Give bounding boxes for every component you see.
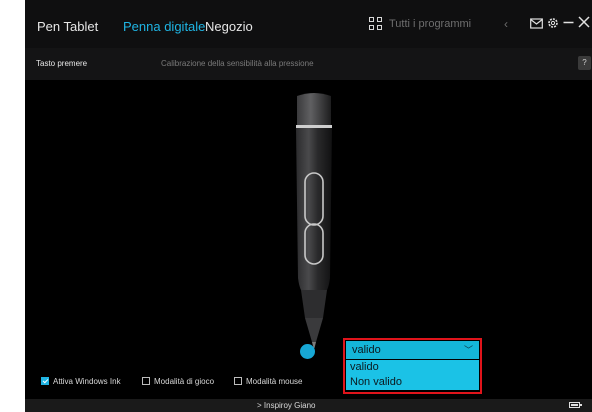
close-icon[interactable] xyxy=(578,13,590,33)
windows-ink-checkbox[interactable] xyxy=(41,377,49,385)
mouse-mode-label: Modalità mouse xyxy=(246,377,303,386)
chevron-down-icon: ﹀ xyxy=(463,345,473,355)
device-name: Inspiroy Giano xyxy=(263,401,316,410)
help-icon[interactable]: ? xyxy=(578,56,591,70)
tab-pen-tablet[interactable]: Pen Tablet xyxy=(37,19,98,34)
pen-illustration xyxy=(296,93,332,348)
top-navigation-bar: Pen Tablet Penna digitale Negozio Tutti … xyxy=(25,0,592,48)
pen-tip-indicator-icon xyxy=(300,344,315,359)
chevron-right-icon: > xyxy=(257,401,262,410)
tab-pressure-calibration[interactable]: Calibrazione della sensibilità alla pres… xyxy=(161,59,314,68)
grid-icon[interactable] xyxy=(369,17,383,31)
gear-icon[interactable] xyxy=(547,13,559,33)
dropdown-option-valid[interactable]: valido xyxy=(346,360,479,375)
game-mode-option[interactable]: Modalità di gioco xyxy=(142,377,214,386)
dropdown-option-invalid[interactable]: Non valido xyxy=(346,375,479,390)
app-window: Pen Tablet Penna digitale Negozio Tutti … xyxy=(25,0,592,412)
tab-store[interactable]: Negozio xyxy=(205,19,253,34)
game-mode-label: Modalità di gioco xyxy=(154,377,215,386)
mouse-mode-checkbox[interactable] xyxy=(234,377,242,385)
mouse-mode-option[interactable]: Modalità mouse xyxy=(234,377,302,386)
minimize-icon[interactable] xyxy=(563,13,574,33)
mail-icon[interactable] xyxy=(530,13,543,33)
tab-digital-pen[interactable]: Penna digitale xyxy=(123,19,205,34)
chevron-left-icon[interactable]: ‹ xyxy=(504,17,508,31)
windows-ink-label: Attiva Windows Ink xyxy=(53,377,121,386)
tab-pen-buttons[interactable]: Tasto premere xyxy=(36,59,87,68)
battery-icon xyxy=(569,402,582,408)
pen-tip-select-value: valido xyxy=(352,344,381,356)
windows-ink-option[interactable]: Attiva Windows Ink xyxy=(41,377,121,386)
pen-tip-select[interactable]: valido ﹀ xyxy=(346,341,479,359)
game-mode-checkbox[interactable] xyxy=(142,377,150,385)
program-selector[interactable]: Tutti i programmi xyxy=(389,18,471,30)
device-selector[interactable]: > Inspiroy Giano xyxy=(257,401,316,410)
